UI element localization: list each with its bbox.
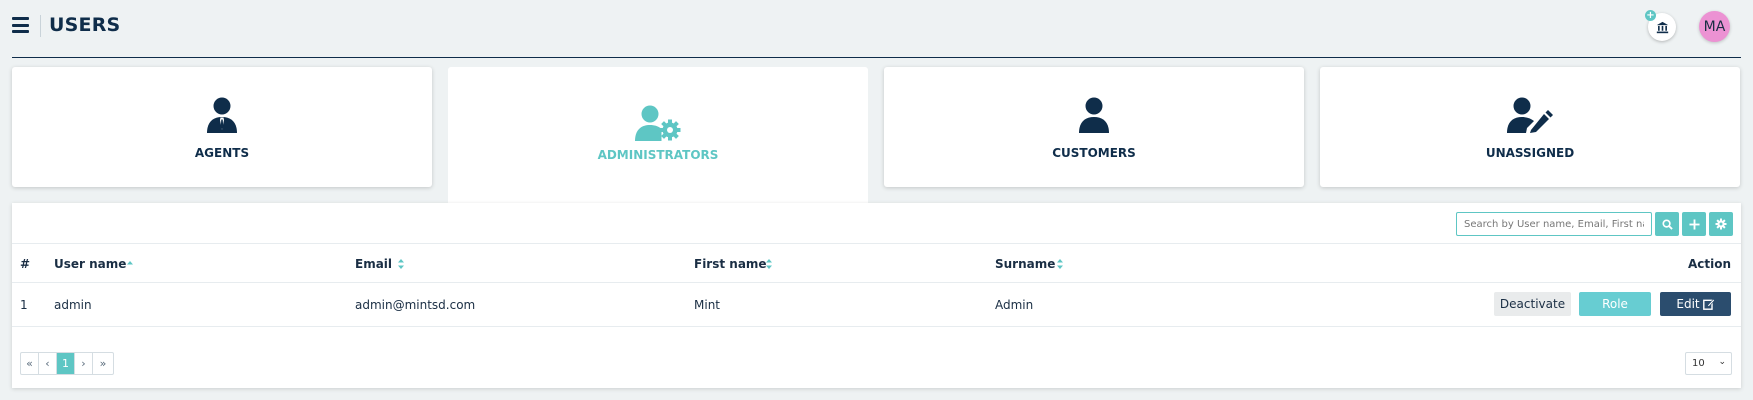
cell-username: admin [54, 298, 92, 312]
gear-icon [1715, 218, 1727, 230]
sort-icon[interactable] [1056, 258, 1064, 270]
tab-unassigned-label: UNASSIGNED [1485, 146, 1575, 160]
page-1-button[interactable]: 1 [57, 353, 75, 374]
role-button[interactable]: Role [1579, 292, 1651, 316]
column-header-index: # [20, 257, 31, 271]
sort-icon[interactable] [397, 258, 405, 270]
first-page-button[interactable]: « [21, 353, 39, 374]
cell-email: admin@mintsd.com [355, 298, 476, 312]
divider [12, 243, 1741, 244]
next-page-button[interactable]: › [75, 353, 93, 374]
avatar[interactable]: MA [1699, 11, 1730, 42]
tab-customers-label: CUSTOMERS [1052, 146, 1136, 160]
page-size-select[interactable]: 10 ⌄ [1685, 352, 1732, 375]
user-pen-icon [1507, 97, 1553, 133]
chevron-down-icon: ⌄ [1718, 357, 1726, 367]
tab-administrators-label: ADMINISTRATORS [597, 148, 719, 162]
users-table-panel: # User name Email First name Surname Act… [12, 203, 1741, 388]
add-badge-icon[interactable]: + [1645, 10, 1656, 21]
deactivate-button[interactable]: Deactivate [1494, 292, 1571, 316]
previous-page-button[interactable]: ‹ [39, 353, 57, 374]
tab-administrators[interactable]: ADMINISTRATORS [448, 67, 868, 203]
cell-index: 1 [20, 298, 28, 312]
add-user-button[interactable] [1682, 212, 1706, 236]
pagination: « ‹ 1 › » [20, 352, 114, 375]
header-underline [12, 57, 1741, 58]
tab-unassigned[interactable]: UNASSIGNED [1320, 67, 1740, 187]
column-header-surname[interactable]: Surname [995, 257, 1055, 271]
search-button[interactable] [1655, 212, 1679, 236]
search-icon [1661, 218, 1673, 230]
edit-button[interactable]: Edit [1660, 292, 1731, 316]
user-tie-icon [207, 97, 237, 133]
sort-ascending-icon[interactable] [126, 258, 134, 270]
edit-icon [1702, 298, 1715, 310]
column-header-username[interactable]: User name [54, 257, 126, 271]
cell-firstname: Mint [694, 298, 720, 312]
app-header: USERS + MA [0, 0, 1753, 52]
user-icon [1079, 97, 1109, 133]
page-size-value: 10 [1692, 358, 1705, 369]
last-page-button[interactable]: » [93, 353, 113, 374]
plus-icon [1688, 218, 1700, 230]
user-gear-icon [635, 105, 681, 141]
cell-surname: Admin [995, 298, 1034, 312]
edit-button-label: Edit [1676, 297, 1700, 311]
page-title: USERS [49, 14, 121, 36]
sort-icon[interactable] [765, 258, 773, 270]
tab-agents[interactable]: AGENTS [12, 67, 432, 187]
bank-icon [1656, 21, 1668, 33]
tab-agents-label: AGENTS [194, 146, 250, 160]
menu-icon[interactable] [12, 17, 29, 33]
header-divider [40, 15, 41, 37]
divider [12, 326, 1741, 327]
column-header-firstname[interactable]: First name [694, 257, 767, 271]
column-header-action: Action [1687, 257, 1731, 271]
tab-customers[interactable]: CUSTOMERS [884, 67, 1304, 187]
divider [12, 282, 1741, 283]
settings-button[interactable] [1709, 212, 1733, 236]
search-input[interactable] [1456, 212, 1652, 236]
column-header-email[interactable]: Email [355, 257, 392, 271]
